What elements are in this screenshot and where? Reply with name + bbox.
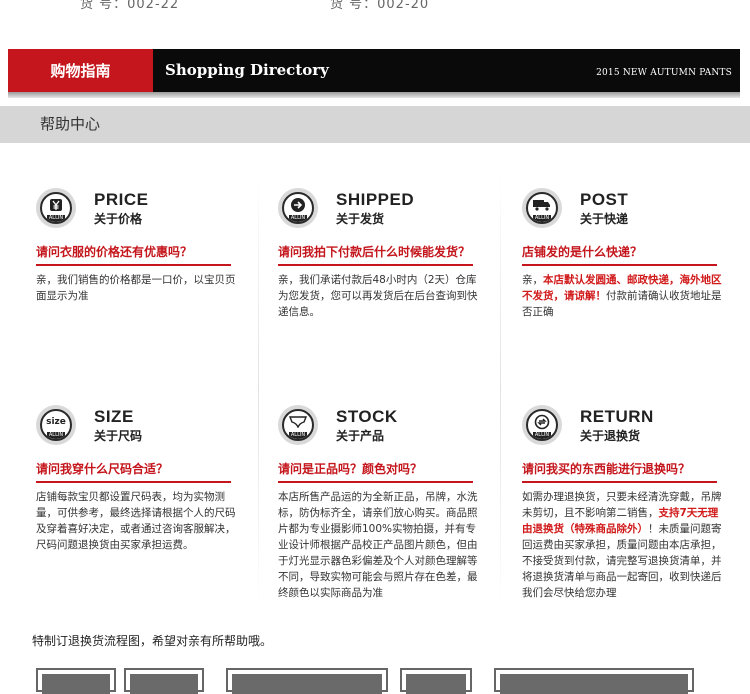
size-icon-text: size (46, 417, 66, 427)
card-answer: 亲，我们承诺付款后48小时内（2天）仓库为您发货，您可以再发货后在后台查询到快递… (278, 274, 478, 318)
return-icon: ALLIN (522, 405, 562, 445)
card-answer: 亲，我们销售的价格都是一口价，以宝贝页面显示为准 (36, 274, 236, 302)
shopping-header: 购物指南 Shopping Directory 2015 NEW AUTUMN … (8, 49, 740, 92)
help-center-bar: 帮助中心 (0, 106, 750, 143)
yen-icon: ALLIN (36, 188, 76, 228)
truck-icon: ALLIN (522, 188, 562, 228)
header-section-label: 购物指南 (50, 62, 111, 80)
card-question: 请问我拍下付款后什么时候能发货？ (278, 243, 473, 266)
flow-step-box (494, 668, 694, 694)
header-section-label-box: 购物指南 (8, 49, 153, 92)
allin-badge: ALLIN (47, 215, 65, 222)
item-number-left: 货 号：002-22 (80, 0, 180, 12)
card-subtitle: 关于快递 (580, 212, 629, 226)
header-tagline: 2015 NEW AUTUMN PANTS (596, 68, 732, 78)
column-divider (500, 170, 501, 610)
underwear-icon: ALLIN (278, 405, 318, 445)
card-question: 请问衣服的价格还有优惠吗？ (36, 243, 231, 266)
return-flow-note: 特制订退换货流程图，希望对亲有所帮助哦。 (32, 634, 273, 648)
help-center-label: 帮助中心 (40, 115, 101, 133)
card-title: POST (580, 190, 629, 209)
card-title: SHIPPED (336, 190, 415, 209)
card-title: RETURN (580, 407, 654, 426)
allin-badge: ALLIN (47, 432, 65, 439)
card-subtitle: 关于发货 (336, 212, 385, 226)
header-title: Shopping Directory (165, 61, 329, 79)
card-answer: 店铺每款宝贝都设置尺码表，均为实物测量，可供参考，最终选择请根据个人的尺码及穿着… (36, 491, 236, 551)
card-title: STOCK (336, 407, 398, 426)
flow-step-box (226, 668, 388, 694)
arrow-right-icon: ALLIN (278, 188, 318, 228)
card-subtitle: 关于尺码 (94, 429, 143, 443)
flow-step-box (36, 668, 116, 694)
card-subtitle: 关于产品 (336, 429, 385, 443)
column-divider (258, 170, 259, 610)
size-icon: size ALLIN (36, 405, 76, 445)
card-subtitle: 关于退换货 (580, 429, 641, 443)
allin-badge: ALLIN (533, 432, 551, 439)
card-question: 店铺发的是什么快递？ (522, 243, 717, 266)
flow-step-box (124, 668, 204, 694)
allin-badge: ALLIN (289, 215, 307, 222)
answer-text: 亲， (522, 274, 543, 286)
card-answer: 如需办理退换货，只要未经清洗穿戴，吊牌未剪切，且不影响第二销售，支持7天无理由退… (522, 489, 727, 601)
card-subtitle: 关于价格 (94, 212, 143, 226)
header-shadow (8, 92, 740, 98)
card-title: PRICE (94, 190, 149, 209)
card-question: 请问是正品吗？颜色对吗？ (278, 460, 473, 483)
card-answer: 本店所售产品运的为全新正品，吊牌，水洗标，防伪标齐全，请亲们放心购买。商品照片都… (278, 491, 478, 599)
card-question: 请问我穿什么尺码合适？ (36, 460, 231, 483)
card-title: SIZE (94, 407, 134, 426)
flow-step-box (400, 668, 472, 694)
card-answer: 亲，本店默认发圆通、邮政快递，海外地区不发货，请谅解！付款前请确认收货地址是否正… (522, 272, 727, 320)
allin-badge: ALLIN (533, 215, 551, 222)
item-number-right: 货 号：002-20 (330, 0, 430, 12)
allin-badge: ALLIN (289, 432, 307, 439)
card-question: 请问我买的东西能进行退换吗？ (522, 460, 717, 483)
